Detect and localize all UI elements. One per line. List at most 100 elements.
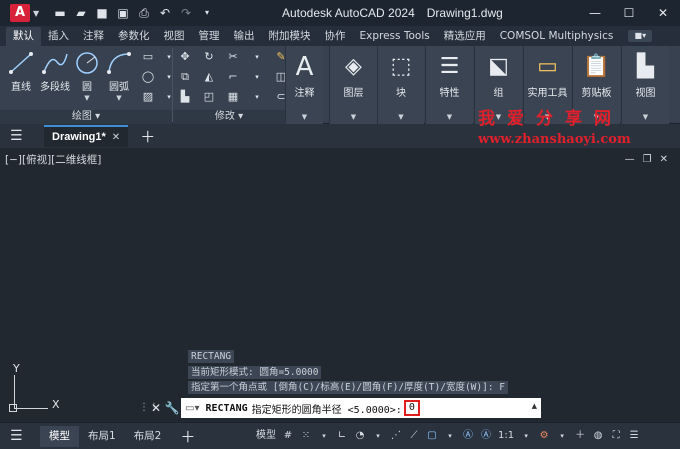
clean-screen-icon[interactable]: ⛶ [610,427,622,445]
properties-panel[interactable]: ☰ 特性 ▼ [425,46,473,124]
file-tab-drawing1[interactable]: Drawing1* ✕ [44,125,129,147]
array-icon[interactable]: ▦ [225,89,241,105]
view-dropdown-icon[interactable]: ▼ [622,113,669,121]
annotation-monitor-icon[interactable]: ＋ [574,427,586,445]
array-dropdown-icon[interactable]: ▾ [249,89,265,105]
command-input[interactable]: ▭▾ RECTANG 指定矩形的圆角半径 <5.0000>: 0 ▲ [181,398,541,418]
viewport-minimize-icon[interactable]: — [625,154,635,165]
draw-panel-title[interactable]: 绘图 ▾ [0,110,172,124]
tab-express-tools[interactable]: Express Tools [353,27,437,46]
snap-dropdown-icon[interactable]: ▾ [318,427,330,445]
viewport-controls-label[interactable]: [−][俯视][二维线框] [5,152,101,167]
layout-menu-icon[interactable]: ☰ [10,428,32,444]
workspace-dropdown-icon[interactable]: ▾ [556,427,568,445]
command-value[interactable]: 0 [403,400,420,416]
save-icon[interactable]: ■ [93,4,111,22]
line-tool[interactable]: 直线 [4,50,38,93]
tab-view[interactable]: 视图 [157,27,192,46]
isometric-icon[interactable]: ⋰ [390,427,402,445]
object-snap-dropdown-icon[interactable]: ▾ [444,427,456,445]
app-menu-caret-icon[interactable]: ▼ [33,9,43,18]
stretch-icon[interactable]: ▙ [177,89,193,105]
circle-dropdown-icon[interactable]: ▼ [72,94,102,102]
scale-icon[interactable]: ◰ [201,89,217,105]
rectangle-icon[interactable]: ▭ [140,49,156,65]
move-icon[interactable]: ✥ [177,49,193,65]
command-line-customize-icon[interactable]: 🔧 [163,401,181,415]
model-space-button[interactable]: 模型 [256,427,276,445]
block-dropdown-icon[interactable]: ▼ [378,113,424,121]
copy-icon[interactable]: ⧉ [177,69,193,85]
new-icon[interactable]: ▬ [51,4,69,22]
trim-dropdown-icon[interactable]: ▾ [249,49,265,65]
grid-icon[interactable]: # [282,427,294,445]
rotate-icon[interactable]: ↻ [201,49,217,65]
layout-tab-layout1[interactable]: 布局1 [79,426,125,447]
tab-manage[interactable]: 管理 [192,27,227,46]
scale-dropdown-icon[interactable]: ▾ [520,427,532,445]
tab-collaborate[interactable]: 协作 [318,27,353,46]
add-layout-icon[interactable]: ＋ [180,426,195,447]
tab-output[interactable]: 输出 [227,27,262,46]
polar-dropdown-icon[interactable]: ▾ [372,427,384,445]
save-as-icon[interactable]: ▣ [114,4,132,22]
tab-comsol[interactable]: COMSOL Multiphysics [493,27,621,46]
trim-icon[interactable]: ✂ [225,49,241,65]
annotation-scale-button[interactable]: 1:1 [498,427,514,445]
arc-tool[interactable]: 圆弧 ▼ [103,50,135,102]
view-panel[interactable]: ▙ 视图 ▼ [621,46,669,124]
annotation-dropdown-icon[interactable]: ▼ [286,113,323,121]
fillet-dropdown-icon[interactable]: ▾ [249,69,265,85]
ribbon-options-button[interactable]: ■▾ [628,30,653,42]
properties-dropdown-icon[interactable]: ▼ [426,113,473,121]
tab-featured-apps[interactable]: 精选应用 [437,27,493,46]
undo-icon[interactable]: ↶ [156,4,174,22]
new-tab-icon[interactable]: ＋ [140,126,155,147]
tab-default[interactable]: 默认 [6,27,41,46]
object-snap-icon[interactable]: ▢ [426,427,438,445]
tab-annotate[interactable]: 注释 [76,27,111,46]
fillet-icon[interactable]: ⌐ [225,69,241,85]
circle-tool[interactable]: 圆 ▼ [72,50,102,102]
minimize-button[interactable]: — [578,0,612,26]
modify-panel-title[interactable]: 修改 ▾ [173,110,285,124]
command-line-grip-icon[interactable]: ⋮⋮ [139,398,159,418]
file-menu-icon[interactable]: ☰ [10,128,32,144]
snap-icon[interactable]: ⁙ [300,427,312,445]
layers-panel[interactable]: ◈ 图层 ▼ [329,46,377,124]
customize-icon[interactable]: ▾ [198,4,216,22]
ortho-icon[interactable]: ∟ [336,427,348,445]
workspace-icon[interactable]: ⚙ [538,427,550,445]
close-button[interactable]: ✕ [646,0,680,26]
open-icon[interactable]: ▰ [72,4,90,22]
layout-tab-model[interactable]: 模型 [40,425,79,447]
auto-scale-icon[interactable]: Ⓐ [480,427,492,445]
annotation-visibility-icon[interactable]: Ⓐ [462,427,474,445]
command-history-dropdown-icon[interactable]: ▲ [532,402,537,410]
hatch-icon[interactable]: ▨ [140,89,156,105]
mirror-icon[interactable]: ◭ [201,69,217,85]
tab-addins[interactable]: 附加模块 [262,27,318,46]
polar-icon[interactable]: ◔ [354,427,366,445]
object-snap-tracking-icon[interactable]: ⟋ [408,427,420,445]
close-tab-icon[interactable]: ✕ [112,132,120,143]
annotation-panel[interactable]: A 注释 ▼ [285,46,323,124]
command-line-close-icon[interactable]: ✕ [149,401,163,415]
polyline-tool[interactable]: 多段线 [38,50,72,93]
viewport-close-icon[interactable]: ✕ [660,154,668,165]
recent-commands-icon[interactable]: ▭▾ [185,403,199,414]
layers-dropdown-icon[interactable]: ▼ [330,113,377,121]
tab-parametric[interactable]: 参数化 [111,27,157,46]
maximize-button[interactable]: ☐ [612,0,646,26]
print-icon[interactable]: ⎙ [135,4,153,22]
customize-status-icon[interactable]: ☰ [628,427,640,445]
viewport-restore-icon[interactable]: ❐ [643,154,652,165]
redo-icon[interactable]: ↷ [177,4,195,22]
layout-tab-layout2[interactable]: 布局2 [125,426,171,447]
arc-dropdown-icon[interactable]: ▼ [103,94,135,102]
app-menu-button[interactable]: A [10,4,30,22]
isolate-objects-icon[interactable]: ◍ [592,427,604,445]
ellipse-icon[interactable]: ◯ [140,69,156,85]
block-panel[interactable]: ⬚ 块 ▼ [377,46,424,124]
tab-insert[interactable]: 插入 [41,27,76,46]
